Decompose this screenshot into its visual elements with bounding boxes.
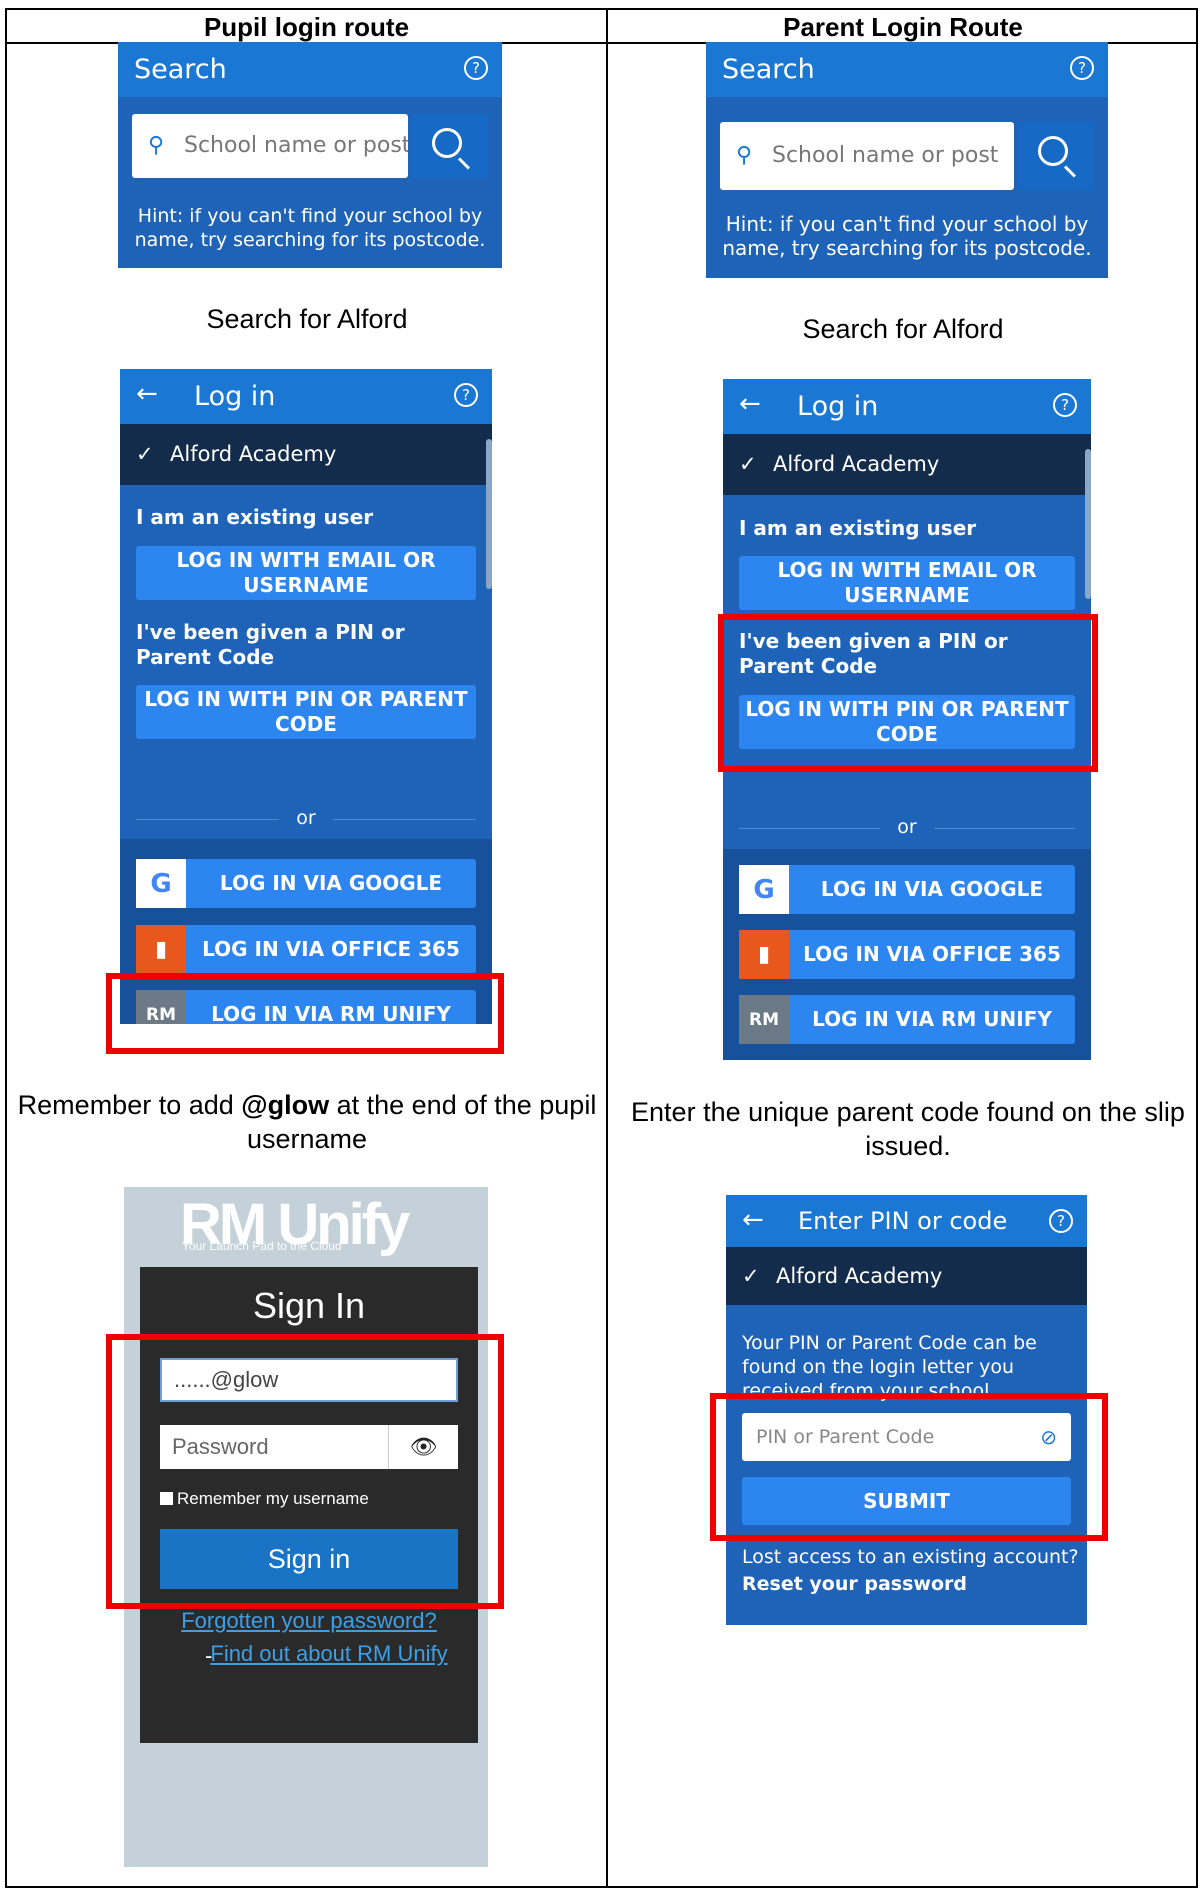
- login-app-bar: ← Log in ?: [120, 369, 492, 424]
- help-icon[interactable]: ?: [454, 383, 478, 407]
- highlight-rm-unify: [106, 973, 504, 1054]
- existing-user-label: I am an existing user: [739, 516, 977, 540]
- school-name: Alford Academy: [776, 1264, 943, 1288]
- pupil-login-panel: ← Log in ? ✓ Alford Academy I am an exis…: [120, 369, 492, 1024]
- office-icon: ▮: [136, 925, 186, 974]
- office365-login-button[interactable]: ▮ LOG IN VIA OFFICE 365: [136, 925, 476, 974]
- pupil-note-bold: @glow: [241, 1090, 330, 1120]
- parent-column-heading: Parent Login Route: [783, 12, 1023, 42]
- pupil-search-panel: Search ? ⚲ School name or post Hint: if …: [118, 42, 502, 268]
- google-icon: G: [739, 865, 789, 914]
- magnifier-icon: [1038, 136, 1068, 166]
- or-separator: or: [136, 807, 476, 829]
- sso-section: G LOG IN VIA GOOGLE ▮ LOG IN VIA OFFICE …: [723, 849, 1091, 1060]
- office365-login-label: LOG IN VIA OFFICE 365: [202, 937, 460, 961]
- back-arrow-icon[interactable]: ←: [739, 389, 761, 419]
- pin-title: Enter PIN or code: [798, 1207, 1008, 1235]
- column-divider: [606, 10, 608, 1886]
- login-title: Log in: [194, 381, 276, 412]
- check-icon: ✓: [739, 452, 757, 476]
- selected-school: ✓ Alford Academy: [723, 434, 1091, 495]
- find-out-link[interactable]: Find out about RM Unify: [200, 1637, 458, 1671]
- help-icon[interactable]: ?: [464, 56, 488, 80]
- pupil-note-pre: Remember to add: [17, 1090, 242, 1120]
- or-text: or: [296, 807, 316, 829]
- school-search-input[interactable]: ⚲ School name or post: [132, 114, 408, 178]
- google-login-label: LOG IN VIA GOOGLE: [820, 877, 1044, 901]
- help-icon[interactable]: ?: [1070, 56, 1094, 80]
- rm-unify-login-label: LOG IN VIA RM UNIFY: [812, 1007, 1052, 1031]
- help-icon[interactable]: ?: [1053, 393, 1077, 417]
- office-icon: ▮: [739, 930, 789, 979]
- email-login-button[interactable]: LOG IN WITH EMAIL OR USERNAME: [136, 546, 476, 600]
- pin-login-button[interactable]: LOG IN WITH PIN OR PARENT CODE: [136, 685, 476, 739]
- search-row: ⚲ School name or post: [132, 114, 488, 178]
- check-icon: ✓: [136, 442, 154, 466]
- login-app-bar: ← Log in ?: [723, 379, 1091, 434]
- rm-unify-tagline: Your Launch Pad to the Cloud: [182, 1239, 342, 1253]
- google-icon: G: [136, 859, 186, 908]
- office365-login-label: LOG IN VIA OFFICE 365: [803, 942, 1061, 966]
- rm-unify-login-button[interactable]: RM LOG IN VIA RM UNIFY: [739, 995, 1075, 1044]
- search-button[interactable]: [1018, 122, 1094, 190]
- selected-school: ✓ Alford Academy: [726, 1247, 1087, 1305]
- parent-search-panel: Search ? ⚲ School name or post Hint: if …: [706, 42, 1108, 278]
- search-placeholder: School name or post: [772, 143, 999, 168]
- search-title: Search: [722, 54, 815, 85]
- check-icon: ✓: [742, 1264, 760, 1288]
- login-title: Log in: [797, 391, 879, 422]
- magnifier-icon: [432, 128, 462, 158]
- search-placeholder: School name or post: [184, 133, 408, 158]
- search-hint: Hint: if you can't find your school by n…: [722, 212, 1092, 260]
- pin-label: I've been given a PIN or Parent Code: [136, 620, 405, 669]
- search-title: Search: [134, 54, 227, 85]
- pupil-column-heading: Pupil login route: [203, 12, 410, 42]
- back-arrow-icon[interactable]: ←: [742, 1205, 764, 1235]
- parent-search-caption: Search for Alford: [802, 314, 1004, 344]
- school-name: Alford Academy: [773, 452, 940, 476]
- search-icon: ⚲: [736, 143, 753, 168]
- search-button[interactable]: [412, 114, 488, 178]
- or-separator: or: [739, 816, 1075, 838]
- pupil-glow-caption: Remember to add @glow at the end of the …: [10, 1088, 604, 1156]
- reset-password-link[interactable]: Reset your password: [742, 1573, 967, 1595]
- email-login-button[interactable]: LOG IN WITH EMAIL OR USERNAME: [739, 556, 1075, 610]
- office365-login-button[interactable]: ▮ LOG IN VIA OFFICE 365: [739, 930, 1075, 979]
- highlight-sign-in: [106, 1334, 504, 1609]
- or-text: or: [897, 816, 917, 838]
- rm-icon: RM: [739, 995, 789, 1044]
- google-login-label: LOG IN VIA GOOGLE: [219, 871, 443, 895]
- search-icon: ⚲: [148, 133, 165, 158]
- lost-access-text: Lost access to an existing account?: [742, 1546, 1079, 1568]
- highlight-pin-entry: [710, 1393, 1108, 1541]
- scrollbar[interactable]: [486, 439, 492, 589]
- pin-app-bar: ← Enter PIN or code ?: [726, 1195, 1087, 1247]
- search-row: ⚲ School name or post: [720, 122, 1094, 190]
- search-hint: Hint: if you can't find your school by n…: [134, 205, 486, 251]
- forgot-password-link[interactable]: Forgotten your password?: [140, 1604, 478, 1638]
- school-name: Alford Academy: [170, 442, 337, 466]
- selected-school: ✓ Alford Academy: [120, 424, 492, 485]
- sign-in-heading: Sign In: [252, 1285, 366, 1326]
- existing-user-label: I am an existing user: [136, 505, 374, 529]
- pupil-search-caption: Search for Alford: [206, 304, 408, 334]
- parent-code-caption: Enter the unique parent code found on th…: [631, 1097, 1185, 1161]
- back-arrow-icon[interactable]: ←: [136, 379, 158, 409]
- help-icon[interactable]: ?: [1049, 1209, 1073, 1233]
- search-app-bar: Search ?: [118, 42, 502, 97]
- scrollbar[interactable]: [1085, 449, 1091, 599]
- search-app-bar: Search ?: [706, 42, 1108, 97]
- highlight-pin-login: [718, 614, 1098, 772]
- google-login-button[interactable]: G LOG IN VIA GOOGLE: [136, 859, 476, 908]
- google-login-button[interactable]: G LOG IN VIA GOOGLE: [739, 865, 1075, 914]
- school-search-input[interactable]: ⚲ School name or post: [720, 122, 1014, 190]
